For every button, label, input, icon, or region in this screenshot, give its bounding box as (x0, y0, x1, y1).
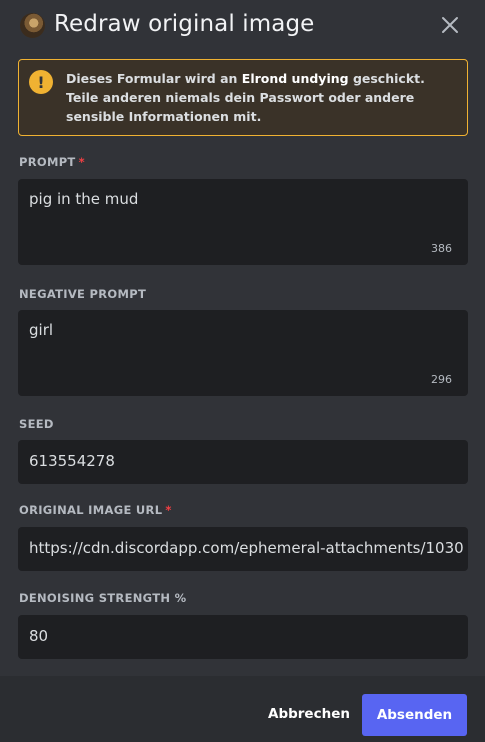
original-image-url-input[interactable]: https://cdn.discordapp.com/ephemeral-att… (18, 527, 468, 571)
warning-text: Dieses Formular wird an Elrond undying g… (66, 69, 461, 126)
modal-title: Redraw original image (54, 11, 315, 37)
warning-notice: ! Dieses Formular wird an Elrond undying… (18, 59, 468, 136)
prompt-char-counter: 386 (431, 242, 452, 255)
prompt-value: pig in the mud (29, 190, 139, 208)
seed-label-text: SEED (19, 417, 54, 431)
cancel-button[interactable]: Abbrechen (262, 694, 356, 734)
modal-dialog: Redraw original image ! Dieses Formular … (0, 0, 485, 742)
required-marker: * (165, 503, 172, 517)
negative-prompt-char-counter: 296 (431, 373, 452, 386)
seed-value: 613554278 (29, 452, 115, 470)
close-icon[interactable] (438, 13, 462, 37)
denoising-strength-label: DENOISING STRENGTH % (19, 591, 186, 605)
seed-input[interactable]: 613554278 (18, 440, 468, 484)
modal-header: Redraw original image (0, 0, 485, 52)
denoising-strength-label-text: DENOISING STRENGTH % (19, 591, 187, 605)
negative-prompt-label: NEGATIVE PROMPT (19, 287, 146, 301)
original-image-url-label-text: ORIGINAL IMAGE URL (19, 503, 163, 517)
modal-footer: Abbrechen Absenden (0, 676, 485, 742)
prompt-label: PROMPT * (19, 155, 85, 169)
warning-icon: ! (29, 70, 53, 94)
notice-text-before: Dieses Formular wird an (66, 71, 242, 86)
prompt-label-text: PROMPT (19, 155, 76, 169)
app-avatar (20, 13, 45, 38)
negative-prompt-value: girl (29, 321, 54, 339)
notice-recipient: Elrond undying (241, 71, 349, 86)
denoising-strength-value: 80 (29, 627, 49, 645)
prompt-textarea[interactable]: pig in the mud 386 (18, 179, 468, 265)
original-image-url-value: https://cdn.discordapp.com/ephemeral-att… (29, 539, 464, 557)
seed-label: SEED (19, 417, 54, 431)
required-marker: * (78, 155, 85, 169)
denoising-strength-input[interactable]: 80 (18, 615, 468, 659)
negative-prompt-label-text: NEGATIVE PROMPT (19, 287, 147, 301)
negative-prompt-textarea[interactable]: girl 296 (18, 310, 468, 396)
submit-button[interactable]: Absenden (362, 694, 467, 736)
original-image-url-label: ORIGINAL IMAGE URL * (19, 503, 172, 517)
